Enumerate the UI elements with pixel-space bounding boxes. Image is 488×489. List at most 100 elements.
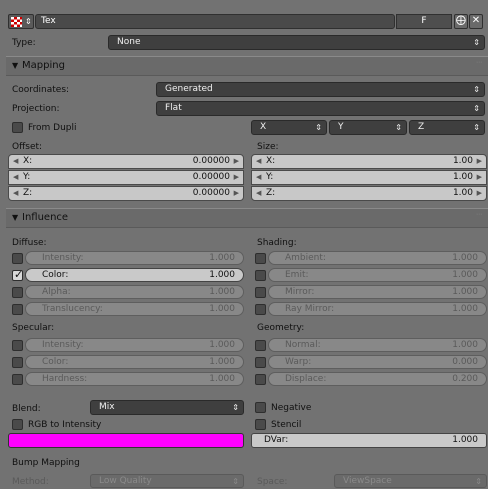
influence-panel-header[interactable]: ▼ Influence ⋯ xyxy=(6,208,488,228)
rgb-to-intensity-checkbox[interactable] xyxy=(12,419,23,430)
shading-ray-mirror-slider[interactable]: Ray Mirror: 1.000 xyxy=(268,302,487,316)
geometry-displace-checkbox[interactable] xyxy=(255,374,266,385)
fake-user-button[interactable]: F xyxy=(396,14,452,29)
diffuse-alpha-slider[interactable]: Alpha: 1.000 xyxy=(25,285,244,299)
unlink-texture-button[interactable]: ✕ xyxy=(469,14,483,29)
size-z-value: 1.00 xyxy=(452,188,473,198)
specular-color-checkbox[interactable] xyxy=(12,357,23,368)
slider-value: 1.000 xyxy=(209,357,235,367)
shading-ambient-slider[interactable]: Ambient: 1.000 xyxy=(268,251,487,265)
updown-arrow-icon: ⇕ xyxy=(473,104,480,113)
diffuse-intensity-slider[interactable]: Intensity: 1.000 xyxy=(25,251,244,265)
plus-icon: ⨁ xyxy=(456,15,466,26)
axis-z-dropdown[interactable]: Z ⇕ xyxy=(409,120,485,135)
slider-label: Emit: xyxy=(285,270,309,280)
specular-intensity-checkbox[interactable] xyxy=(12,340,23,351)
geometry-warp-slider[interactable]: Warp: 0.000 xyxy=(268,355,487,369)
method-dropdown[interactable]: Low Quality ⇕ xyxy=(90,474,244,488)
coordinates-value: Generated xyxy=(165,84,213,94)
slider-label: Translucency: xyxy=(42,304,103,314)
stencil-checkbox[interactable] xyxy=(255,419,266,430)
decrement-arrow-icon[interactable]: ◀ xyxy=(256,155,261,168)
type-dropdown[interactable]: None ⇕ xyxy=(108,35,485,50)
increment-arrow-icon[interactable]: ▶ xyxy=(234,187,239,200)
mapping-title: Mapping xyxy=(22,60,65,71)
geometry-normal-slider[interactable]: Normal: 1.000 xyxy=(268,338,487,352)
diffuse-color-checkbox[interactable] xyxy=(12,268,23,281)
diffuse-intensity-checkbox[interactable] xyxy=(12,253,23,264)
slider-value: 1.000 xyxy=(452,304,478,314)
diffuse-label: Diffuse: xyxy=(12,238,47,248)
slider-value: 1.000 xyxy=(452,340,478,350)
geometry-displace-slider[interactable]: Displace: 0.200 xyxy=(268,372,487,386)
size-y-value: 1.00 xyxy=(452,172,473,182)
offset-x-field[interactable]: ◀ X: 0.00000 ▶ xyxy=(8,154,244,169)
decrement-arrow-icon[interactable]: ◀ xyxy=(13,187,18,200)
geometry-normal-checkbox[interactable] xyxy=(255,340,266,351)
texture-name-field[interactable]: Tex xyxy=(35,14,395,29)
shading-ambient-checkbox[interactable] xyxy=(255,253,266,264)
diffuse-translucency-checkbox[interactable] xyxy=(12,304,23,315)
axis-z-value: Z xyxy=(418,122,425,132)
offset-x-label: X: xyxy=(23,156,33,166)
updown-arrow-icon: ⇕ xyxy=(473,123,480,132)
offset-y-field[interactable]: ◀ Y: 0.00000 ▶ xyxy=(8,170,244,185)
shading-emit-checkbox[interactable] xyxy=(255,270,266,281)
size-label: Size: xyxy=(257,142,279,152)
negative-checkbox[interactable] xyxy=(255,402,266,413)
geometry-label: Geometry: xyxy=(257,323,305,333)
shading-mirror-slider[interactable]: Mirror: 1.000 xyxy=(268,285,487,299)
coordinates-dropdown[interactable]: Generated ⇕ xyxy=(156,82,485,97)
increment-arrow-icon[interactable]: ▶ xyxy=(234,171,239,184)
increment-arrow-icon[interactable]: ▶ xyxy=(477,187,482,200)
method-value: Low Quality xyxy=(99,476,152,486)
slider-label: Displace: xyxy=(285,374,327,384)
slider-value: 1.000 xyxy=(452,253,478,263)
decrement-arrow-icon[interactable]: ◀ xyxy=(13,171,18,184)
diffuse-color-slider[interactable]: Color: 1.000 xyxy=(25,268,244,282)
slider-value: 0.000 xyxy=(452,357,478,367)
size-x-field[interactable]: ◀ X: 1.00 ▶ xyxy=(251,154,487,169)
dvar-slider[interactable]: DVar: 1.000 xyxy=(251,433,487,448)
slider-label: Intensity: xyxy=(42,253,84,263)
size-y-label: Y: xyxy=(266,172,274,182)
drag-handle-icon[interactable]: ⋯ xyxy=(476,211,482,218)
drag-handle-icon[interactable]: ⋯ xyxy=(476,59,482,66)
slider-value: 1.000 xyxy=(209,287,235,297)
size-y-field[interactable]: ◀ Y: 1.00 ▶ xyxy=(251,170,487,185)
specular-color-slider[interactable]: Color: 1.000 xyxy=(25,355,244,369)
shading-mirror-checkbox[interactable] xyxy=(255,287,266,298)
from-dupli-checkbox[interactable] xyxy=(12,122,23,133)
diffuse-translucency-slider[interactable]: Translucency: 1.000 xyxy=(25,302,244,316)
increment-arrow-icon[interactable]: ▶ xyxy=(234,155,239,168)
blend-dropdown[interactable]: Mix ⇕ xyxy=(90,400,244,415)
offset-z-field[interactable]: ◀ Z: 0.00000 ▶ xyxy=(8,186,244,201)
offset-z-label: Z: xyxy=(23,188,33,198)
increment-arrow-icon[interactable]: ▶ xyxy=(477,171,482,184)
space-dropdown[interactable]: ViewSpace ⇕ xyxy=(334,474,487,488)
size-z-field[interactable]: ◀ Z: 1.00 ▶ xyxy=(251,186,487,201)
axis-y-dropdown[interactable]: Y ⇕ xyxy=(329,120,407,135)
specular-intensity-slider[interactable]: Intensity: 1.000 xyxy=(25,338,244,352)
offset-label: Offset: xyxy=(12,142,43,152)
texture-browse-button[interactable]: ⇕ xyxy=(8,14,34,29)
specular-hardness-checkbox[interactable] xyxy=(12,374,23,385)
diffuse-alpha-checkbox[interactable] xyxy=(12,287,23,298)
new-texture-button[interactable]: ⨁ xyxy=(454,14,468,29)
shading-label: Shading: xyxy=(257,238,297,248)
geometry-warp-checkbox[interactable] xyxy=(255,357,266,368)
specular-hardness-slider[interactable]: Hardness: 1.000 xyxy=(25,372,244,386)
slider-value: 1.000 xyxy=(209,340,235,350)
increment-arrow-icon[interactable]: ▶ xyxy=(477,155,482,168)
shading-ray-mirror-checkbox[interactable] xyxy=(255,304,266,315)
axis-x-dropdown[interactable]: X ⇕ xyxy=(251,120,327,135)
color-swatch[interactable] xyxy=(8,433,244,448)
shading-emit-slider[interactable]: Emit: 1.000 xyxy=(268,268,487,282)
mapping-panel-header[interactable]: ▼ Mapping ⋯ xyxy=(6,56,488,76)
decrement-arrow-icon[interactable]: ◀ xyxy=(256,187,261,200)
fake-user-label: F xyxy=(421,16,427,26)
decrement-arrow-icon[interactable]: ◀ xyxy=(13,155,18,168)
slider-label: Normal: xyxy=(285,340,321,350)
projection-dropdown[interactable]: Flat ⇕ xyxy=(156,101,485,116)
decrement-arrow-icon[interactable]: ◀ xyxy=(256,171,261,184)
